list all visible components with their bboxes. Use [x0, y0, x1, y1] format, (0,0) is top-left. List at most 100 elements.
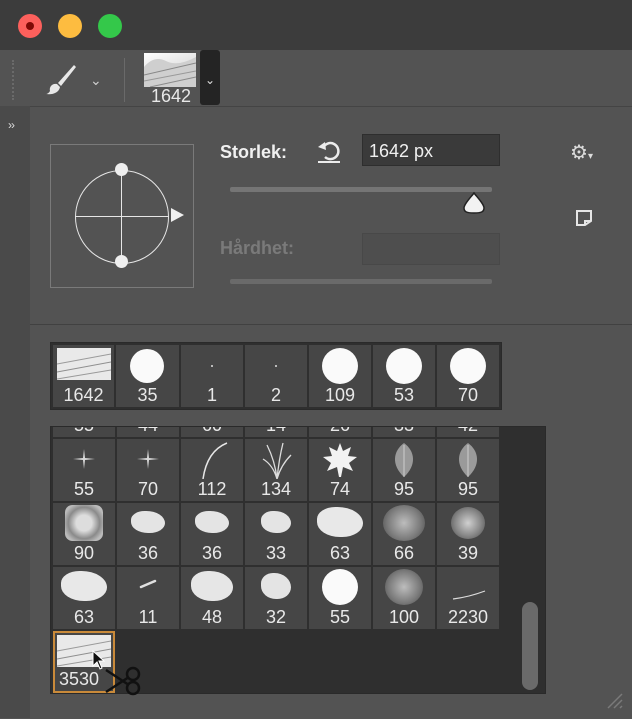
brush-preset-cell[interactable]: 100 — [373, 567, 435, 629]
roundness-handle-bottom[interactable] — [115, 255, 128, 268]
preset-size: 66 — [393, 543, 415, 563]
chevron-down-icon: ▾ — [587, 151, 593, 162]
recent-brush[interactable]: 1 — [181, 345, 243, 407]
brush-preset-cell[interactable]: 26 — [309, 427, 371, 437]
new-preset-icon[interactable] — [574, 208, 594, 228]
brush-preset-cell[interactable]: 95 — [437, 439, 499, 501]
crosshair-vertical — [121, 170, 122, 264]
recent-brush[interactable]: 109 — [309, 345, 371, 407]
brush-roundness-circle[interactable] — [75, 170, 169, 264]
roundness-handle-top[interactable] — [115, 163, 128, 176]
brush-preset-cell[interactable]: 2230 — [437, 567, 499, 629]
preset-size: 2230 — [447, 607, 489, 627]
brush-preset-cell[interactable]: 66 — [373, 503, 435, 565]
preset-size: 90 — [73, 543, 95, 563]
brush-preset-cell[interactable]: 33 — [373, 427, 435, 437]
brush-preset-cell[interactable]: 112 — [181, 439, 243, 501]
tools-panel-strip — [0, 106, 30, 718]
zoom-window-button[interactable] — [98, 14, 122, 38]
brush-preset-cell[interactable]: 55 — [53, 439, 115, 501]
preset-size: 100 — [388, 607, 420, 627]
recent-brush[interactable]: 35 — [116, 345, 179, 407]
preset-size: 11 — [138, 607, 158, 627]
brush-preset-cell[interactable]: 60 — [181, 427, 243, 437]
brush-preset-thumbnail[interactable] — [144, 53, 196, 87]
reset-size-icon[interactable] — [316, 138, 342, 164]
gear-glyph: ⚙ — [570, 142, 588, 164]
brush-preset-cell[interactable]: 11 — [117, 567, 179, 629]
size-label: Storlek: — [220, 142, 288, 162]
chevron-down-icon[interactable]: ⌄ — [90, 72, 106, 88]
gear-icon[interactable]: ⚙▾ — [570, 140, 593, 165]
minimize-window-button[interactable] — [58, 14, 82, 38]
preset-size: 33 — [373, 427, 435, 435]
brush-preset-cell[interactable]: 36 — [117, 503, 179, 565]
preset-size: 134 — [260, 479, 292, 499]
preset-size: 70 — [137, 479, 159, 499]
brush-preset-cell[interactable]: 74 — [309, 439, 371, 501]
brush-preset-cell[interactable]: 55 — [53, 427, 115, 437]
panel-divider — [30, 324, 632, 325]
brush-preset-cell[interactable]: 32 — [245, 567, 307, 629]
hardness-label: Hårdhet: — [220, 238, 295, 258]
recent-brush-size: 53 — [393, 385, 415, 405]
preset-size: 26 — [309, 427, 371, 435]
preset-size: 14 — [245, 427, 307, 435]
brush-preset-cell[interactable]: 44 — [117, 427, 179, 437]
toolbar-grip[interactable] — [12, 60, 18, 100]
brush-preset-cell[interactable]: 63 — [309, 503, 371, 565]
brush-preset-cell[interactable]: 48 — [181, 567, 243, 629]
collapse-panel-icon[interactable]: ›› — [8, 118, 15, 132]
grid-scrollbar-thumb[interactable] — [522, 602, 538, 690]
preset-size: 44 — [117, 427, 179, 435]
preset-size: 39 — [457, 543, 479, 563]
recent-brush[interactable]: 53 — [373, 345, 435, 407]
brush-preset-cell[interactable]: 63 — [53, 567, 115, 629]
chevron-down-icon: ⌄ — [204, 73, 216, 87]
brush-preset-cell[interactable]: 14 — [245, 427, 307, 437]
preset-size: 48 — [201, 607, 223, 627]
angle-arrow-handle[interactable] — [171, 208, 184, 222]
preset-size: 63 — [73, 607, 95, 627]
brush-preset-cell[interactable]: 70 — [117, 439, 179, 501]
close-window-button[interactable] — [18, 14, 42, 38]
brush-preset-cell[interactable]: 33 — [245, 503, 307, 565]
recent-brush[interactable]: 2 — [245, 345, 307, 407]
brush-preset-cell[interactable]: 134 — [245, 439, 307, 501]
brush-preset-grid[interactable]: 55 44 60 14 26 33 42 55 70 112 134 74 95… — [50, 426, 546, 694]
hardness-slider-track — [230, 279, 492, 284]
size-input[interactable]: 1642 px — [362, 134, 500, 166]
preset-size: 42 — [437, 427, 499, 435]
preset-size: 112 — [197, 479, 227, 499]
recent-brush-size: 1642 — [63, 385, 104, 405]
preset-size: 32 — [265, 607, 287, 627]
recent-brush[interactable]: 70 — [437, 345, 499, 407]
preset-size: 74 — [329, 479, 351, 499]
recent-brush-size: 109 — [324, 385, 356, 405]
preset-size: 33 — [265, 543, 287, 563]
preset-size: 36 — [137, 543, 159, 563]
brush-preset-picker-button[interactable]: ⌄ — [200, 50, 220, 105]
resize-grip-icon[interactable] — [604, 690, 624, 710]
brush-tool-icon[interactable] — [44, 62, 78, 96]
recent-brush[interactable]: 1642 — [53, 345, 114, 407]
brush-preset-cell[interactable]: 90 — [53, 503, 115, 565]
preset-size: 55 — [73, 479, 95, 499]
preset-size: 95 — [457, 479, 479, 499]
recent-brush-size: 35 — [137, 385, 158, 405]
brush-preset-cell[interactable]: 55 — [309, 567, 371, 629]
preset-size: 55 — [329, 607, 351, 627]
preset-size: 36 — [201, 543, 223, 563]
size-slider-thumb[interactable] — [462, 191, 486, 215]
preset-size: 60 — [181, 427, 243, 435]
brush-preset-cell[interactable]: 42 — [437, 427, 499, 437]
recent-brush-size: 70 — [457, 385, 479, 405]
crosshair-horizontal — [75, 216, 169, 217]
preset-size: 63 — [329, 543, 351, 563]
brush-preset-cell[interactable]: 95 — [373, 439, 435, 501]
size-slider-track[interactable] — [230, 187, 492, 192]
recent-brush-size: 1 — [206, 385, 217, 405]
hardness-input — [362, 233, 500, 265]
brush-preset-cell[interactable]: 39 — [437, 503, 499, 565]
brush-preset-cell[interactable]: 36 — [181, 503, 243, 565]
